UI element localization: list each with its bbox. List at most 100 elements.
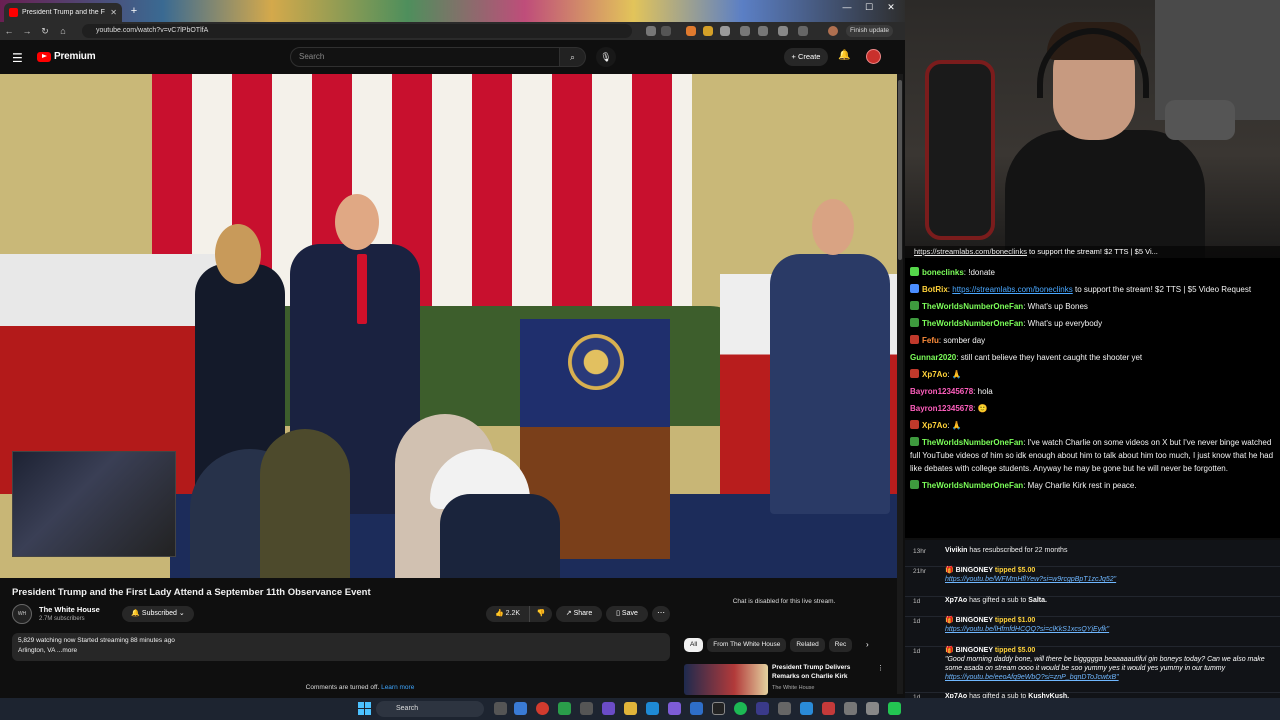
ticker-link[interactable]: https://streamlabs.com/boneclinks — [914, 247, 1027, 256]
edge-icon[interactable] — [514, 702, 527, 715]
app-icon[interactable] — [866, 702, 879, 715]
microphone-icon[interactable]: 🎙 — [596, 47, 616, 67]
tip-link[interactable]: https://youtu.be/eeoAfq9eWbQ?si=znP_bqnD… — [945, 674, 1119, 681]
chat-username[interactable]: Bayron12345678 — [910, 387, 973, 396]
app-icon[interactable] — [800, 702, 813, 715]
home-icon[interactable]: ⌂ — [54, 26, 72, 36]
download-icon[interactable] — [798, 26, 808, 36]
extension-icon[interactable] — [720, 26, 730, 36]
event-username[interactable]: BINGONEY — [956, 647, 993, 654]
event-username[interactable]: Xp7Ao — [945, 597, 967, 604]
forward-icon[interactable]: → — [18, 26, 36, 36]
app-icon[interactable] — [646, 702, 659, 715]
profile-avatar[interactable] — [828, 26, 838, 36]
account-avatar[interactable] — [866, 49, 881, 64]
new-tab-button[interactable]: + — [127, 4, 141, 18]
obs-icon[interactable] — [712, 702, 725, 715]
menu-icon[interactable]: ☰ — [12, 51, 23, 65]
chip-recent[interactable]: Rec — [828, 638, 853, 652]
chevron-right-icon[interactable]: › — [866, 640, 869, 649]
close-tab-icon[interactable]: ✕ — [110, 8, 117, 17]
chat-username[interactable]: Xp7Ao — [922, 421, 947, 430]
finish-update-button[interactable]: Finish update — [846, 25, 894, 37]
event-username[interactable]: Vivikin — [945, 547, 967, 554]
app-icon[interactable] — [844, 702, 857, 715]
taskbar-search-input[interactable]: Search — [376, 701, 484, 717]
dislike-button[interactable]: 👎 — [530, 606, 552, 622]
puzzle-icon[interactable] — [758, 26, 768, 36]
microphone-icon — [1165, 100, 1235, 140]
extension-icon[interactable] — [686, 26, 696, 36]
app-icon[interactable] — [756, 702, 769, 715]
app-icon[interactable] — [690, 702, 703, 715]
extension-icon[interactable] — [740, 26, 750, 36]
close-window-icon[interactable]: ✕ — [880, 2, 902, 13]
url-input[interactable]: youtube.com/watch?v=vC7lPbOTlfA — [82, 24, 632, 38]
app-icon[interactable] — [558, 702, 571, 715]
task-view-icon[interactable] — [494, 702, 507, 715]
app-icon[interactable] — [822, 702, 835, 715]
app-icon[interactable] — [778, 702, 791, 715]
tip-link[interactable]: https://youtu.be/lHfmfdHCQQ?si=clKkS1xcs… — [945, 626, 1109, 633]
event-username[interactable]: BINGONEY — [956, 617, 993, 624]
chat-username[interactable]: Bayron12345678 — [910, 404, 973, 413]
recommended-video-channel[interactable]: The White House — [772, 685, 815, 691]
sidebar-icon[interactable] — [778, 26, 788, 36]
chat-username[interactable]: TheWorldsNumberOneFan — [922, 481, 1023, 490]
description-box[interactable]: 5,829 watching now Started streaming 88 … — [12, 633, 670, 661]
app-icon[interactable] — [580, 702, 593, 715]
chat-username[interactable]: BotRix — [922, 285, 948, 294]
event-target-user[interactable]: Salta. — [1028, 597, 1047, 604]
chat-username[interactable]: boneclinks — [922, 268, 964, 277]
chrome-icon[interactable] — [536, 702, 549, 715]
notifications-bell-icon[interactable]: 🔔 — [838, 50, 850, 61]
reload-icon[interactable]: ↻ — [36, 26, 54, 37]
learn-more-link[interactable]: Learn more — [381, 684, 414, 691]
file-explorer-icon[interactable] — [624, 702, 637, 715]
discord-icon[interactable] — [668, 702, 681, 715]
minimize-icon[interactable]: — — [836, 2, 858, 12]
video-player[interactable] — [0, 74, 897, 578]
search-icon[interactable]: ⌕ — [560, 47, 586, 67]
chat-username[interactable]: Xp7Ao — [922, 370, 947, 379]
windows-start-icon[interactable] — [358, 702, 371, 715]
more-vertical-icon[interactable]: ⋮ — [877, 664, 884, 672]
recommended-video-title[interactable]: President Trump Delivers Remarks on Char… — [772, 663, 872, 681]
app-icon[interactable] — [602, 702, 615, 715]
tip-link[interactable]: https://youtu.be/WFMmHflYew?si=w9rcgpBpT… — [945, 576, 1116, 583]
share-button[interactable]: ↗ Share — [556, 606, 602, 622]
save-button[interactable]: ▯ Save — [606, 606, 648, 622]
create-button[interactable]: + Create — [784, 48, 828, 66]
chat-username[interactable]: Fefu — [922, 336, 939, 345]
chip-from-the-white-house[interactable]: From The White House — [707, 638, 787, 652]
maximize-icon[interactable]: ☐ — [858, 2, 880, 13]
recommended-video-thumbnail[interactable] — [684, 664, 768, 695]
app-icon[interactable] — [888, 702, 901, 715]
chat-username[interactable]: TheWorldsNumberOneFan — [922, 319, 1023, 328]
chat-link[interactable]: https://streamlabs.com/boneclinks — [952, 285, 1073, 294]
scrollbar-thumb[interactable] — [898, 80, 902, 260]
chip-all[interactable]: All — [684, 638, 704, 652]
channel-avatar[interactable]: WH — [12, 604, 32, 624]
event-time: 1d — [913, 598, 921, 605]
search-input[interactable]: Search — [290, 47, 560, 67]
tip-icon: 🎁 — [945, 617, 956, 624]
chat-username[interactable]: Gunnar2020 — [910, 353, 956, 362]
back-icon[interactable]: ← — [0, 26, 18, 36]
tab-youtube[interactable]: President Trump and the F ✕ — [4, 3, 122, 22]
youtube-logo[interactable]: Premium — [37, 51, 96, 62]
install-icon[interactable] — [646, 26, 656, 36]
extension-icon[interactable] — [703, 26, 713, 36]
like-button[interactable]: 👍 2.2K — [486, 606, 530, 622]
more-actions-icon[interactable]: ⋯ — [652, 606, 670, 622]
chat-username[interactable]: TheWorldsNumberOneFan — [922, 438, 1023, 447]
bookmark-star-icon[interactable] — [661, 26, 671, 36]
chat-username[interactable]: TheWorldsNumberOneFan — [922, 302, 1023, 311]
chat-text: May Charlie Kirk rest in peace. — [1025, 481, 1137, 490]
spotify-icon[interactable] — [734, 702, 747, 715]
windows-taskbar: Search — [0, 698, 1280, 720]
channel-name[interactable]: The White House — [39, 605, 100, 614]
chip-related[interactable]: Related — [790, 638, 825, 652]
event-username[interactable]: BINGONEY — [956, 567, 993, 574]
subscribed-button[interactable]: 🔔 Subscribed ⌄ — [122, 606, 194, 622]
